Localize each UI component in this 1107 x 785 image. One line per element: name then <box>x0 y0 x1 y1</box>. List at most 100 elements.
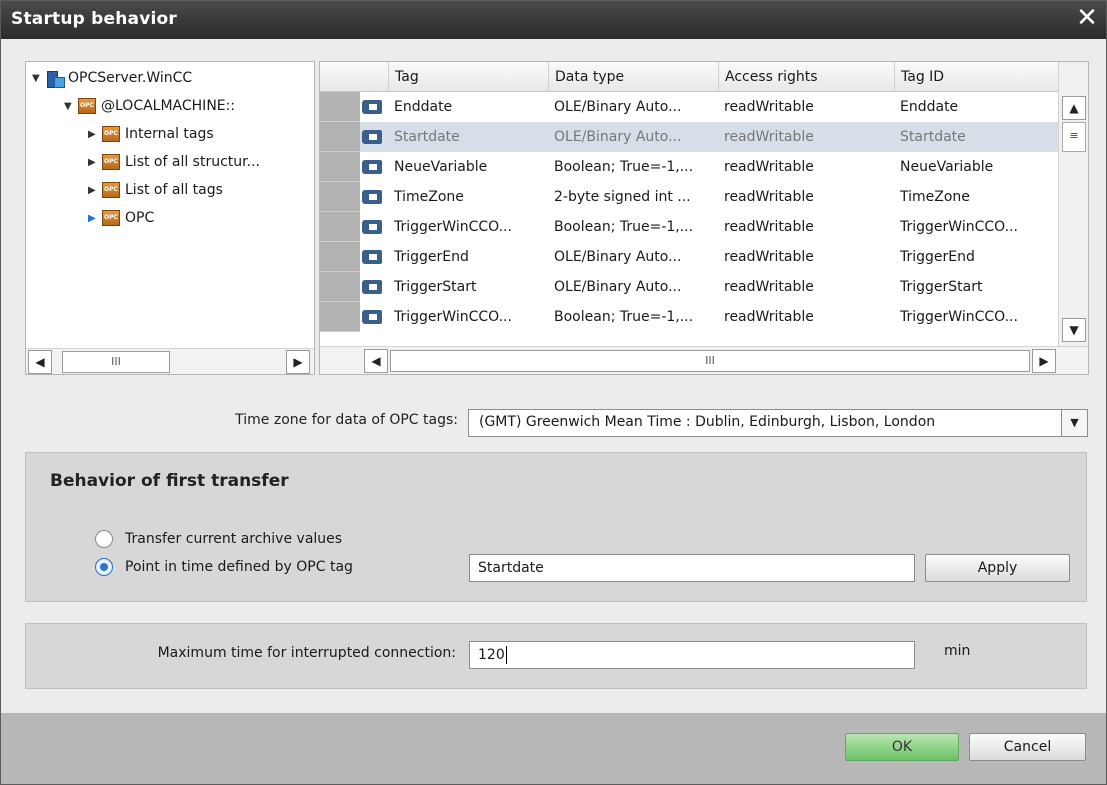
table-row[interactable]: TriggerWinCCO... Boolean; True=-1,... read… <box>320 302 1058 332</box>
table-row[interactable]: Enddate OLE/Binary Auto... readWritable End… <box>320 92 1058 122</box>
tree-item-localmachine[interactable]: ▼ @LOCALMACHINE:: <box>64 92 235 120</box>
tree-item-label: OPCServer.WinCC <box>68 70 193 86</box>
cell-tag-id: TriggerEnd <box>900 249 975 265</box>
max-connection-group: Maximum time for interrupted connection:… <box>25 623 1087 689</box>
cell-tag: TriggerEnd <box>394 249 469 265</box>
collapsed-arrow-icon[interactable]: ▶ <box>88 129 102 140</box>
tree-item-opcserver[interactable]: ▼ OPCServer.WinCC <box>32 64 192 92</box>
cell-tag: TriggerStart <box>394 279 477 295</box>
collapsed-arrow-icon[interactable]: ▶ <box>88 157 102 168</box>
row-header[interactable] <box>320 92 360 122</box>
row-header[interactable] <box>320 122 360 152</box>
max-connection-value: 120 <box>478 647 505 663</box>
cancel-button[interactable]: Cancel <box>969 733 1086 761</box>
scroll-left-button[interactable]: ◀ <box>28 350 52 374</box>
tag-icon <box>362 310 382 324</box>
cell-tag-id: Enddate <box>900 99 959 115</box>
expanded-arrow-icon[interactable]: ▼ <box>64 101 78 112</box>
cell-access-rights: readWritable <box>724 219 814 235</box>
tree-item-internal-tags[interactable]: ▶ Internal tags <box>88 120 214 148</box>
column-header-tag-id[interactable]: Tag ID <box>894 62 1058 92</box>
header-icon-column <box>360 62 388 92</box>
scroll-left-button[interactable]: ◀ <box>364 349 388 373</box>
title-bar: Startup behavior ✕ <box>1 1 1106 39</box>
cell-data-type: Boolean; True=-1,... <box>554 159 694 175</box>
row-header[interactable] <box>320 302 360 332</box>
tree-item-label: Internal tags <box>125 126 214 142</box>
row-header[interactable] <box>320 152 360 182</box>
opc-tag-input[interactable]: Startdate <box>469 554 915 582</box>
ok-button[interactable]: OK <box>845 733 959 761</box>
scroll-thumb[interactable]: III <box>62 351 170 373</box>
tree-item-label: List of all tags <box>125 182 223 198</box>
max-connection-input[interactable]: 120 <box>469 641 915 669</box>
close-button[interactable]: ✕ <box>1072 4 1102 34</box>
cell-tag-id: TriggerWinCCO... <box>900 309 1018 325</box>
cell-tag-id: NeueVariable <box>900 159 994 175</box>
column-header-tag[interactable]: Tag <box>388 62 548 92</box>
scroll-right-button[interactable]: ▶ <box>1032 349 1056 373</box>
radio-button-unchecked[interactable] <box>95 530 113 548</box>
timezone-dropdown[interactable]: (GMT) Greenwich Mean Time : Dublin, Edin… <box>468 409 1088 437</box>
cell-tag-id: TriggerStart <box>900 279 983 295</box>
transfer-current-radio-option[interactable]: Transfer current archive values <box>95 530 342 548</box>
cell-tag-id: TriggerWinCCO... <box>900 219 1018 235</box>
radio-label: Point in time defined by OPC tag <box>125 559 353 575</box>
collapsed-arrow-icon[interactable]: ▶ <box>88 213 102 224</box>
cell-tag: NeueVariable <box>394 159 488 175</box>
apply-button[interactable]: Apply <box>925 554 1070 582</box>
opc-folder-icon <box>102 154 120 170</box>
startup-behavior-dialog: Startup behavior ✕ ▼ OPCServer.WinCC ▼ @… <box>0 0 1107 785</box>
cell-access-rights: readWritable <box>724 99 814 115</box>
scroll-thumb[interactable]: III <box>390 350 1030 372</box>
tag-icon <box>362 190 382 204</box>
cell-tag: Enddate <box>394 99 453 115</box>
cell-data-type: 2-byte signed int ... <box>554 189 691 205</box>
row-header[interactable] <box>320 272 360 302</box>
table-horizontal-scrollbar[interactable]: ◀ III ▶ <box>320 346 1088 374</box>
row-header[interactable] <box>320 212 360 242</box>
scroll-right-button[interactable]: ▶ <box>286 350 310 374</box>
tree-horizontal-scrollbar[interactable]: ◀ III ▶ <box>26 348 314 374</box>
tree-item-all-tags[interactable]: ▶ List of all tags <box>88 176 223 204</box>
cell-data-type: OLE/Binary Auto... <box>554 99 682 115</box>
column-header-data-type[interactable]: Data type <box>548 62 718 92</box>
tree-item-structures[interactable]: ▶ List of all structur... <box>88 148 260 176</box>
tag-icon <box>362 100 382 114</box>
column-header-access-rights[interactable]: Access rights <box>718 62 894 92</box>
tag-icon <box>362 220 382 234</box>
radio-label: Transfer current archive values <box>125 531 343 547</box>
tree-item-opc[interactable]: ▶ OPC <box>88 204 154 232</box>
scroll-up-button[interactable]: ▲ <box>1062 96 1086 120</box>
row-header[interactable] <box>320 242 360 272</box>
point-in-time-radio-option[interactable]: Point in time defined by OPC tag <box>95 558 353 576</box>
cell-data-type: OLE/Binary Auto... <box>554 279 682 295</box>
cell-data-type: OLE/Binary Auto... <box>554 129 682 145</box>
tag-icon <box>362 130 382 144</box>
tag-table: Tag Data type Access rights Tag ID Endda… <box>319 61 1089 375</box>
table-row[interactable]: TriggerEnd OLE/Binary Auto... readWritable… <box>320 242 1058 272</box>
table-row[interactable]: TriggerWinCCO... Boolean; True=-1,... read… <box>320 212 1058 242</box>
dialog-title: Startup behavior <box>11 9 177 29</box>
text-cursor <box>505 646 507 664</box>
tree-item-label: @LOCALMACHINE:: <box>101 98 236 114</box>
table-vertical-scrollbar[interactable]: ▲ ≡ ▼ <box>1058 62 1088 346</box>
table-row[interactable]: Startdate OLE/Binary Auto... readWritable S… <box>320 122 1058 152</box>
row-header[interactable] <box>320 182 360 212</box>
table-row[interactable]: TriggerStart OLE/Binary Auto... readWritab… <box>320 272 1058 302</box>
timezone-value: (GMT) Greenwich Mean Time : Dublin, Edin… <box>479 414 936 430</box>
cell-tag-id: Startdate <box>900 129 966 145</box>
timezone-label: Time zone for data of OPC tags: <box>235 412 458 428</box>
tag-icon <box>362 250 382 264</box>
first-transfer-group: Behavior of first transfer Transfer curr… <box>25 452 1087 602</box>
server-icon <box>46 69 65 88</box>
radio-button-checked[interactable] <box>95 558 113 576</box>
scroll-thumb[interactable]: ≡ <box>1062 122 1086 152</box>
table-row[interactable]: NeueVariable Boolean; True=-1,... readWrit… <box>320 152 1058 182</box>
cell-tag: TriggerWinCCO... <box>394 219 512 235</box>
expanded-arrow-icon[interactable]: ▼ <box>32 73 46 84</box>
collapsed-arrow-icon[interactable]: ▶ <box>88 185 102 196</box>
scroll-down-button[interactable]: ▼ <box>1062 318 1086 342</box>
table-row[interactable]: TimeZone 2-byte signed int ... readWritabl… <box>320 182 1058 212</box>
chevron-down-icon[interactable]: ▼ <box>1061 410 1087 436</box>
